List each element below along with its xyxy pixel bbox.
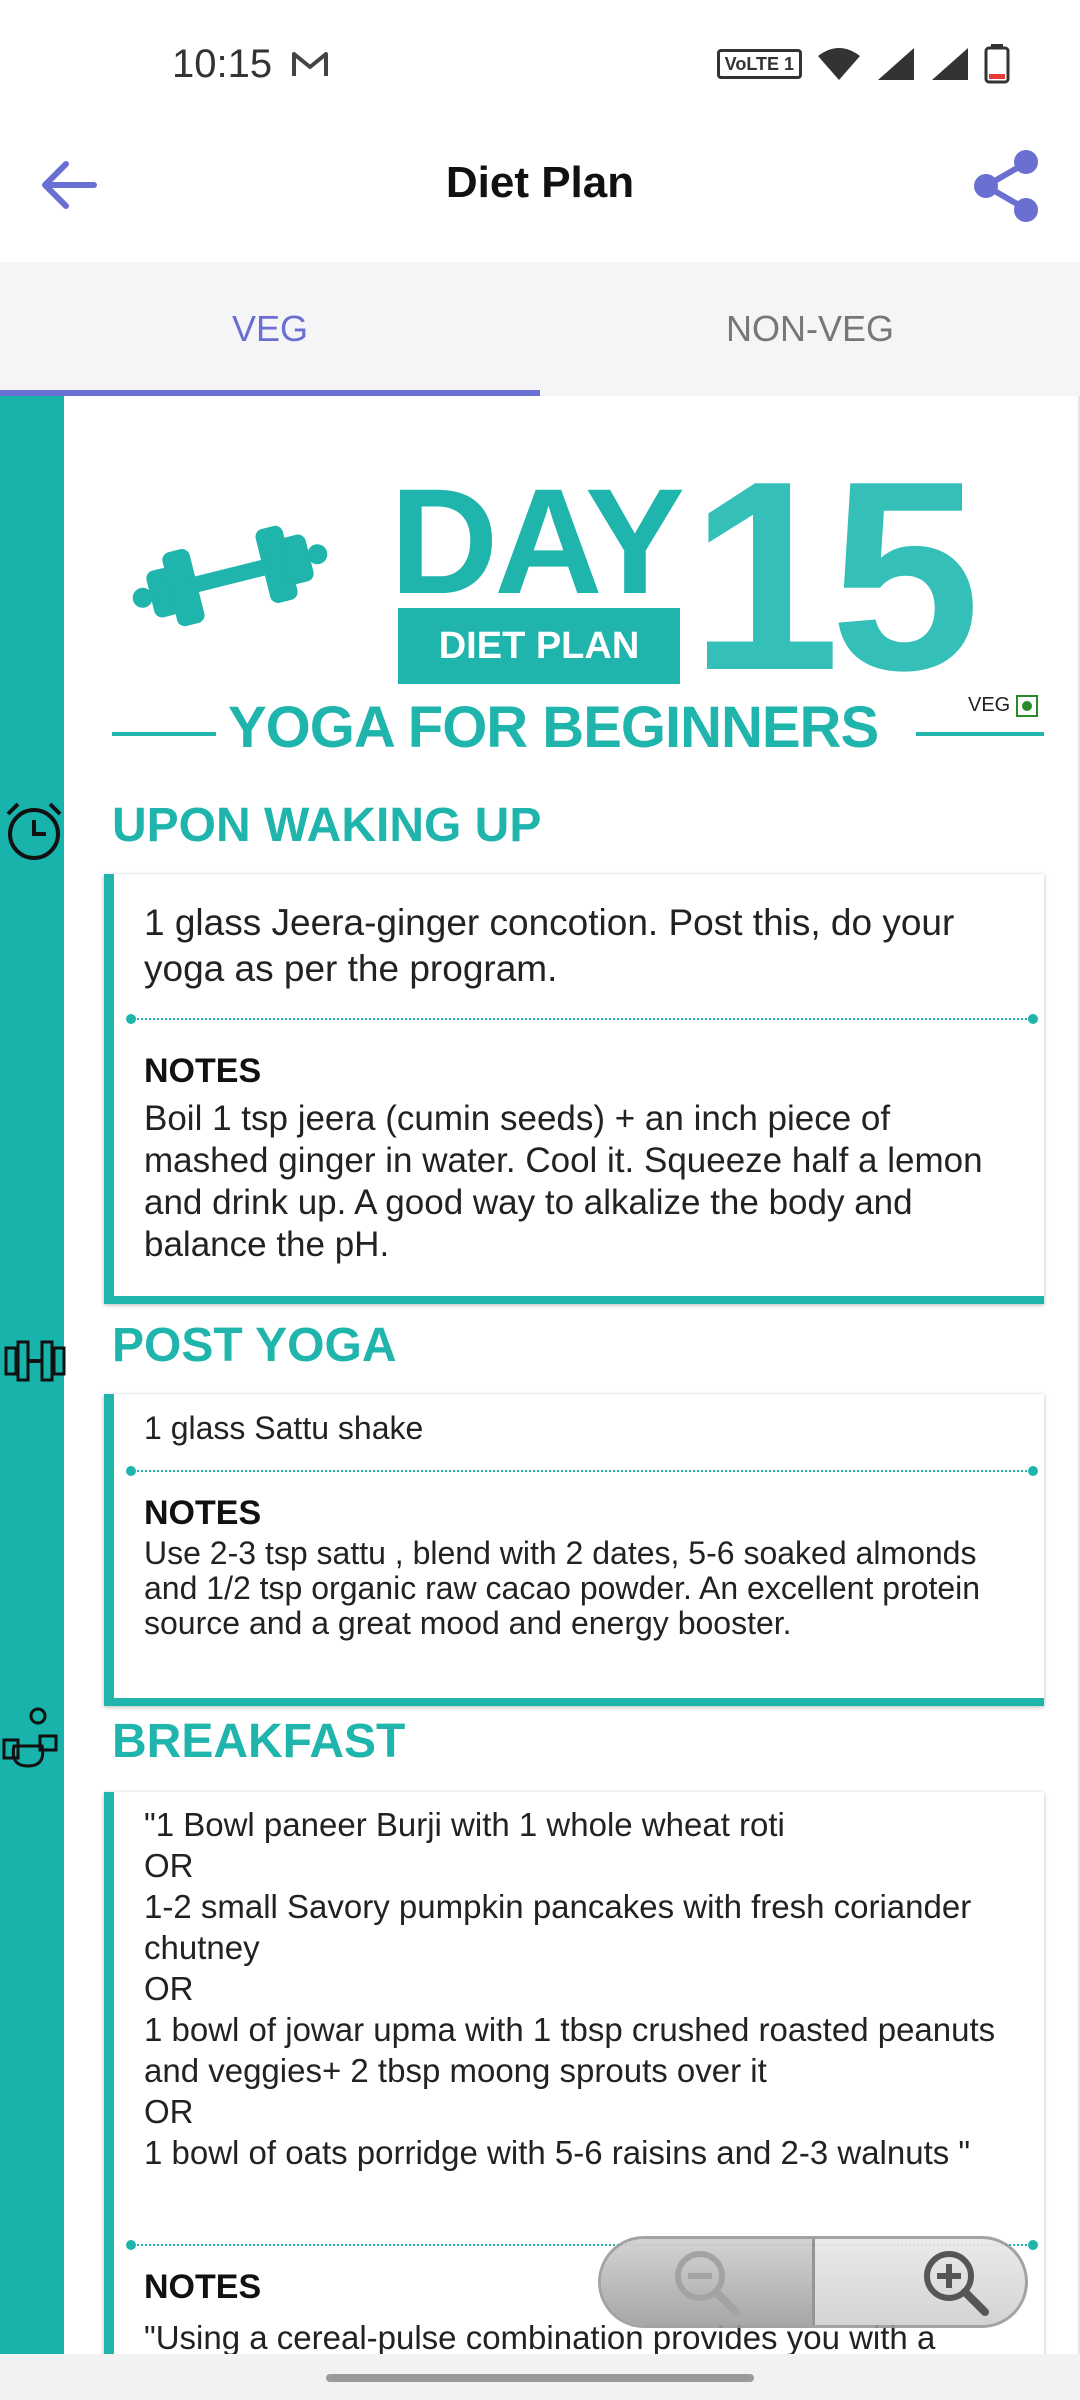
veg-badge: VEG [968, 694, 1039, 717]
page-title: Diet Plan [445, 158, 635, 207]
section-title-breakfast: BREAKFAST [112, 1715, 406, 1768]
battery-icon [984, 44, 1010, 84]
blender-icon [2, 1707, 58, 1768]
wifi-icon [818, 48, 860, 80]
meal-card-waking: 1 glass Jeera-ginger concotion. Post thi… [104, 874, 1044, 1304]
dumbbell-logo-icon [132, 525, 328, 627]
diet-tabs: VEG NON-VEG [0, 262, 1080, 396]
divider-line-right [916, 732, 1044, 736]
notes-text: Use 2-3 tsp sattu , blend with 2 dates, … [144, 1535, 981, 1641]
divider-line-left [112, 732, 216, 736]
notes-label: NOTES [144, 2268, 262, 2306]
day-number: 15 [690, 426, 980, 727]
diet-plan-content[interactable]: DAY DIET PLAN 15 VEG YOGA FOR BEGINNERS … [0, 396, 1080, 2354]
status-icons: VoLTE 1 [716, 44, 1010, 84]
card-divider [126, 1466, 1038, 1476]
app-bar: Diet Plan [0, 136, 1080, 262]
veg-badge-label: VEG [968, 694, 1011, 716]
status-time: 10:15 [172, 42, 273, 86]
notes-label: NOTES [144, 1052, 262, 1090]
zoom-out-button[interactable] [601, 2239, 815, 2325]
notes-label: NOTES [144, 1494, 262, 1532]
section-title-waking: UPON WAKING UP [112, 799, 542, 852]
program-title: YOGA FOR BEGINNERS [228, 695, 879, 760]
volte-icon: VoLTE 1 [716, 49, 802, 79]
section-title-post-yoga: POST YOGA [112, 1319, 397, 1372]
alarm-clock-icon [6, 802, 62, 860]
card-divider [126, 1014, 1038, 1024]
diet-plan-banner: DIET PLAN [398, 608, 680, 684]
meal-text: 1 glass Sattu shake [144, 1410, 424, 1446]
share-icon[interactable] [966, 146, 1046, 226]
day-label: DAY [390, 457, 685, 625]
dumbbell-icon [4, 1340, 66, 1382]
meal-text: "1 Bowl paneer Burji with 1 whole wheat … [144, 1806, 996, 2171]
signal-icon-2 [932, 48, 968, 80]
home-gesture-handle[interactable] [326, 2374, 754, 2382]
signal-icon [878, 48, 914, 80]
zoom-in-icon [923, 2251, 989, 2316]
gmail-icon [292, 52, 328, 76]
veg-indicator-icon [1016, 694, 1039, 717]
meal-text: 1 glass Jeera-ginger concotion. Post thi… [144, 902, 955, 989]
meal-card-post-yoga: 1 glass Sattu shake NOTES Use 2-3 tsp sa… [104, 1394, 1044, 1706]
tab-non-veg[interactable]: NON-VEG [540, 262, 1080, 396]
tab-veg[interactable]: VEG [0, 262, 540, 396]
zoom-out-icon [675, 2251, 741, 2316]
notes-text: Boil 1 tsp jeera (cumin seeds) + an inch… [144, 1099, 983, 1264]
zoom-in-button[interactable] [815, 2239, 1026, 2325]
zoom-control [598, 2236, 1028, 2328]
status-bar: 10:15 VoLTE 1 [0, 0, 1080, 136]
navigation-bar [0, 2354, 1080, 2400]
